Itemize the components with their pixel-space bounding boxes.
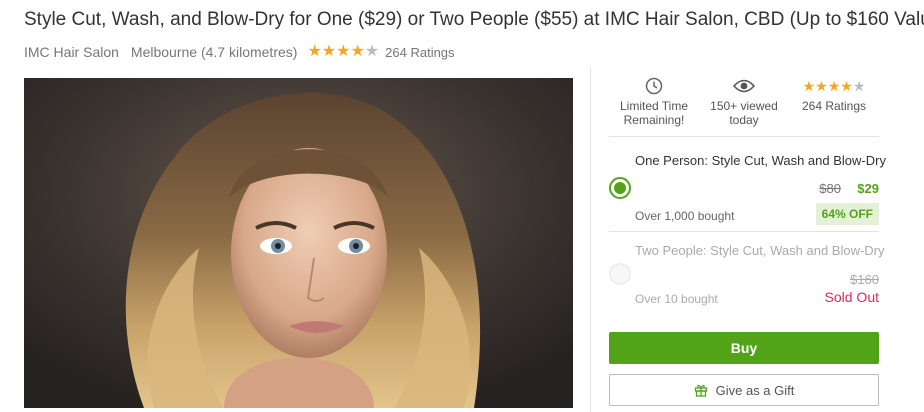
deal-stats: Limited Time Remaining! 150+ viewed toda… — [609, 75, 879, 137]
option-title: One Person: Style Cut, Wash and Blow-Dry — [635, 153, 886, 168]
star-icon: ★ — [840, 78, 853, 94]
stat-limited-time: Limited Time Remaining! — [609, 75, 699, 136]
gift-label: Give as a Gift — [715, 382, 795, 398]
stat-ratings-label: 264 Ratings — [801, 99, 867, 113]
deal-price: $29 — [857, 181, 879, 196]
bought-count: Over 10 bought — [635, 292, 718, 306]
merchant-name[interactable]: IMC Hair Salon — [24, 44, 119, 60]
sold-out-label: Sold Out — [824, 289, 879, 305]
stat-viewed-label: 150+ viewed today — [710, 99, 778, 127]
buy-button[interactable]: Buy — [609, 332, 879, 364]
option-two-people: Two People: Style Cut, Wash and Blow-Dry… — [609, 239, 885, 314]
stat-limited-time-label: Limited Time Remaining! — [619, 99, 689, 127]
deal-title: Style Cut, Wash, and Blow-Dry for One ($… — [24, 9, 924, 30]
stat-viewed: 150+ viewed today — [699, 75, 789, 136]
eye-icon — [733, 79, 755, 93]
deal-meta: IMC Hair Salon Melbourne (4.7 kilometres… — [24, 44, 455, 61]
star-icon: ★ — [815, 78, 828, 94]
star-icon: ★ — [350, 43, 365, 60]
option-one-person[interactable]: One Person: Style Cut, Wash and Blow-Dry… — [609, 147, 886, 232]
give-gift-button[interactable]: Give as a Gift — [609, 374, 879, 406]
star-icon: ★ — [827, 78, 841, 94]
option-title: Two People: Style Cut, Wash and Blow-Dry — [635, 243, 885, 258]
rating-stars: ★ ★ ★ ★ ★ — [803, 79, 866, 93]
purchase-panel: Limited Time Remaining! 150+ viewed toda… — [590, 67, 890, 412]
original-price: $160 — [850, 272, 879, 287]
original-price: $80 — [819, 181, 841, 196]
star-icon: ★ — [336, 43, 351, 60]
merchant-location: Melbourne (4.7 kilometres) — [130, 44, 298, 60]
bought-count: Over 1,000 bought — [635, 209, 735, 223]
portrait-photo-icon — [24, 78, 573, 408]
clock-icon — [645, 77, 663, 95]
stat-ratings[interactable]: ★ ★ ★ ★ ★ 264 Ratings — [789, 75, 879, 136]
star-icon: ★ — [852, 78, 866, 94]
rating-stars: ★ ★ ★ ★ ★ — [307, 44, 379, 60]
gift-icon — [694, 384, 707, 397]
option-radio-disabled — [609, 263, 631, 285]
ratings-count[interactable]: 264 Ratings — [385, 45, 454, 60]
discount-badge: 64% OFF — [815, 203, 879, 225]
star-icon: ★ — [307, 43, 322, 60]
star-icon: ★ — [802, 78, 816, 94]
star-icon: ★ — [364, 43, 380, 60]
star-icon: ★ — [321, 43, 337, 60]
option-radio-selected[interactable] — [609, 177, 631, 199]
deal-image — [24, 78, 573, 408]
